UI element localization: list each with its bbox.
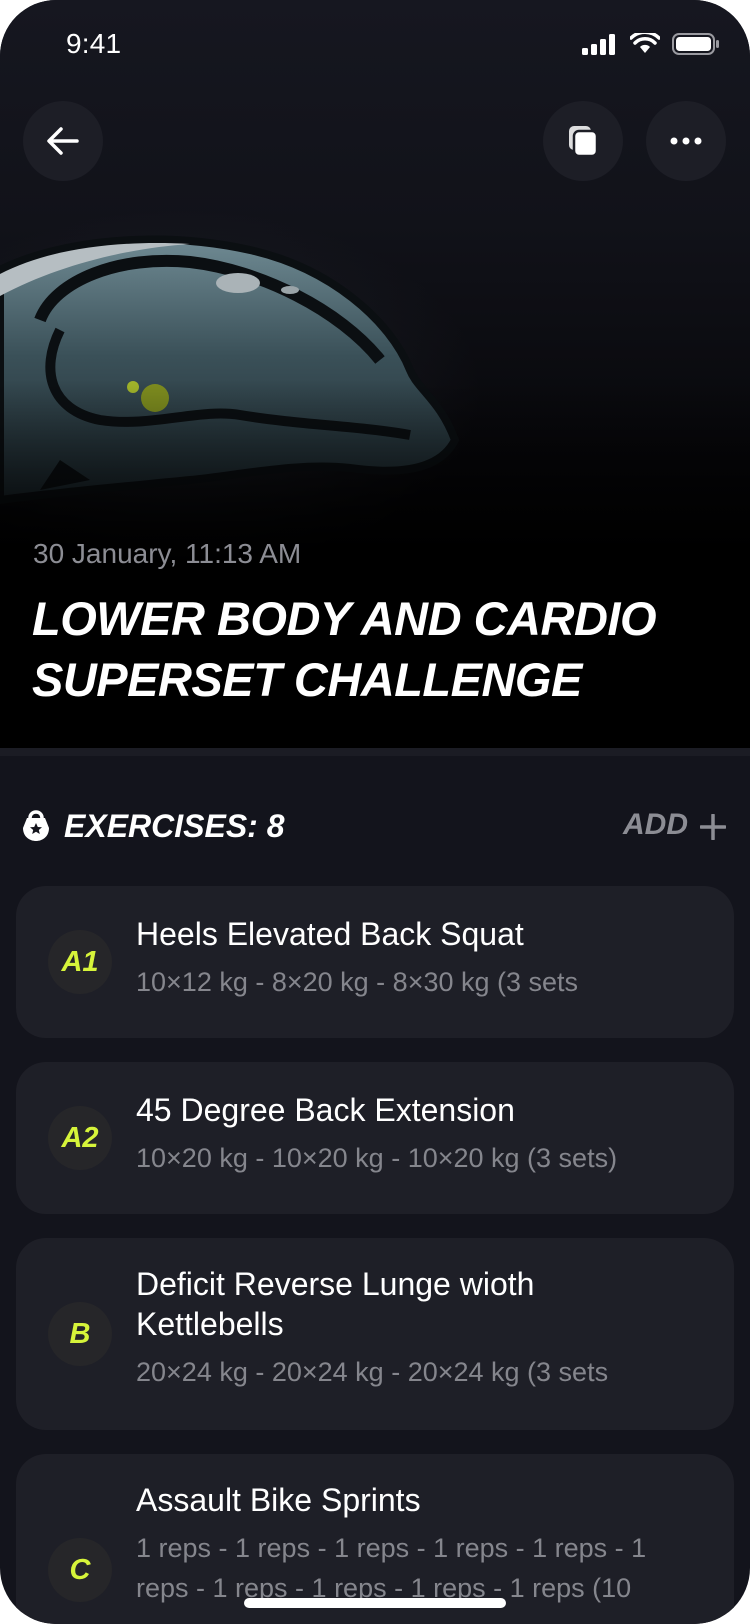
exercise-name: Deficit Reverse Lunge wioth Kettlebells (136, 1266, 535, 1342)
exercise-name: Heels Elevated Back Squat (136, 916, 524, 952)
superset-badge: C (48, 1538, 112, 1602)
back-button[interactable] (23, 101, 103, 181)
workout-title: LOWER BODY AND CARDIO SUPERSET CHALLENGE (32, 592, 657, 706)
plus-icon (700, 814, 726, 840)
phone-screen: 9:41 30 January, 11:13 AM LOWER BODY AND… (0, 0, 750, 1624)
status-icons (582, 32, 720, 56)
exercise-card-a2[interactable]: A2 45 Degree Back Extension 10×20 kg - 1… (16, 1062, 734, 1214)
battery-icon (672, 33, 719, 55)
copy-button[interactable] (543, 101, 623, 181)
workout-date: 30 January, 11:13 AM (33, 538, 302, 569)
exercise-card-a1[interactable]: A1 Heels Elevated Back Squat 10×12 kg - … (16, 886, 734, 1038)
back-arrow-icon (47, 127, 79, 155)
exercise-card-b[interactable]: B Deficit Reverse Lunge wioth Kettlebell… (16, 1238, 734, 1430)
exercises-header: EXERCISES: 8 ADD (22, 806, 728, 846)
superset-badge: B (48, 1302, 112, 1366)
more-options-button[interactable] (646, 101, 726, 181)
home-indicator[interactable] (244, 1598, 506, 1608)
copy-icon (569, 126, 599, 158)
add-exercise-label: ADD (623, 808, 688, 841)
wifi-icon (630, 33, 660, 53)
more-icon (670, 137, 702, 145)
kettlebell-icon (23, 810, 49, 841)
exercise-name: Assault Bike Sprints (136, 1482, 421, 1518)
section-divider (0, 748, 750, 756)
superset-badge: A2 (48, 1106, 112, 1170)
exercise-sets: 10×20 kg - 10×20 kg - 10×20 kg (3 sets) (136, 1143, 618, 1173)
status-bar: 9:41 (0, 0, 750, 90)
superset-badge: A1 (48, 930, 112, 994)
exercise-sets: 1 reps - 1 reps - 1 reps - 1 reps - 1 re… (136, 1533, 647, 1603)
exercise-name: 45 Degree Back Extension (136, 1092, 515, 1128)
exercise-sets: 10×12 kg - 8×20 kg - 8×30 kg (3 sets (136, 967, 579, 997)
signal-icon (582, 34, 615, 55)
exercise-sets: 20×24 kg - 20×24 kg - 20×24 kg (3 sets (136, 1357, 609, 1387)
add-exercise-button[interactable]: ADD (598, 806, 728, 846)
exercises-count-label: EXERCISES: 8 (64, 808, 285, 844)
status-time: 9:41 (66, 28, 122, 59)
